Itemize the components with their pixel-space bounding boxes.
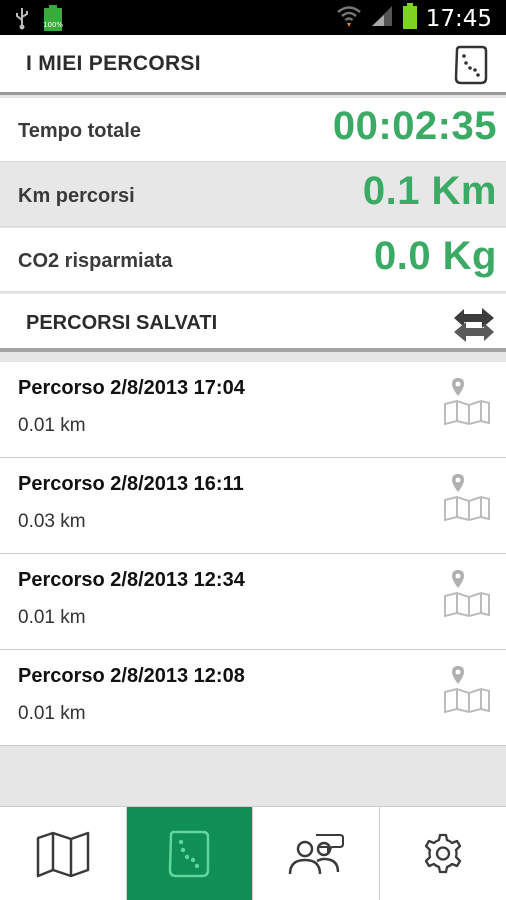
map-pin-icon[interactable] [443,376,491,426]
stat-co2: CO2 risparmiata 0.0 Kg [0,228,506,292]
stat-label: Tempo totale [18,120,141,142]
list-item[interactable]: Percorso 2/8/2013 12:34 0.01 km [0,554,506,650]
signal-icon [370,5,394,32]
list-item[interactable]: Percorso 2/8/2013 16:11 0.03 km [0,458,506,554]
map-pin-icon[interactable] [443,568,491,618]
route-title: Percorso 2/8/2013 17:04 [18,377,245,399]
tab-routes[interactable] [126,807,253,900]
map-pin-icon[interactable] [443,664,491,714]
route-distance: 0.03 km [18,511,86,532]
map-icon [36,831,89,878]
stat-total-time: Tempo totale 00:02:35 [0,98,506,162]
people-chat-icon [288,834,344,875]
status-bar: 100% 17:45 [0,0,506,35]
route-distance: 0.01 km [18,703,86,724]
route-card-icon [168,830,210,878]
wifi-icon [336,3,362,34]
map-pin-icon[interactable] [443,472,491,522]
sort-arrows-icon[interactable] [452,304,496,344]
empty-area [0,746,506,806]
stat-km: Km percorsi 0.1 Km [0,163,506,227]
tab-community[interactable] [253,807,380,900]
saved-routes-list: Percorso 2/8/2013 17:04 0.01 km Percorso… [0,362,506,746]
gear-icon [424,833,461,874]
app-header: I MIEI PERCORSI [0,35,506,95]
saved-routes-header: PERCORSI SALVATI [0,294,506,352]
page-title: I MIEI PERCORSI [26,52,201,75]
route-title: Percorso 2/8/2013 12:34 [18,569,245,591]
route-card-icon[interactable] [451,45,491,85]
route-distance: 0.01 km [18,607,86,628]
tab-settings[interactable] [379,807,506,900]
stat-value: 00:02:35 [332,104,497,148]
stat-label: CO2 risparmiata [18,250,173,272]
route-title: Percorso 2/8/2013 12:08 [18,665,245,687]
battery-icon [402,2,418,35]
list-item[interactable]: Percorso 2/8/2013 12:08 0.01 km [0,650,506,746]
clock-time: 17:45 [425,5,492,32]
route-distance: 0.01 km [18,415,86,436]
route-title: Percorso 2/8/2013 16:11 [18,473,244,495]
list-item[interactable]: Percorso 2/8/2013 17:04 0.01 km [0,362,506,458]
bottom-tab-bar [0,806,506,900]
battery-full-icon: 100% [42,4,64,37]
stat-value: 0.0 Kg [373,234,497,278]
battery-percent-label: 100% [43,21,63,29]
tab-map[interactable] [0,807,127,900]
stat-label: Km percorsi [18,185,135,207]
stat-value: 0.1 Km [362,169,497,213]
section-title: PERCORSI SALVATI [26,312,218,334]
usb-icon [14,6,30,35]
